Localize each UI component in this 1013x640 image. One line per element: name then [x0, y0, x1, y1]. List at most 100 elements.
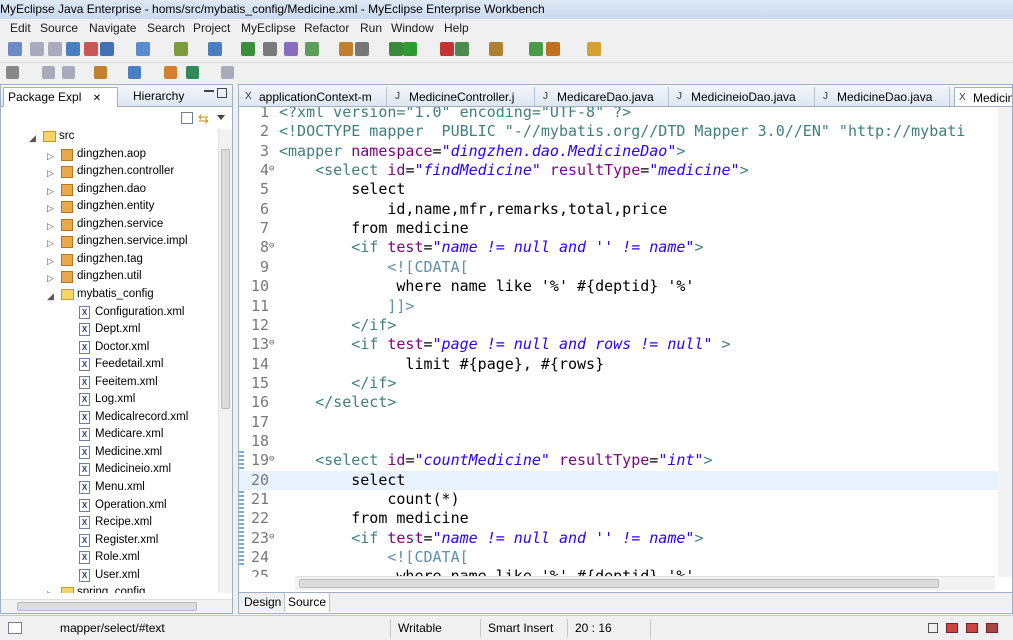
menu-item[interactable]: Run: [360, 21, 382, 35]
editor-mode-tab[interactable]: Design: [241, 593, 286, 612]
editor-tab[interactable]: XapplicationContext-m: [241, 87, 387, 106]
toolbar-button[interactable]: [546, 42, 560, 56]
tree-item[interactable]: ◢ mybatis_config: [1, 287, 219, 305]
toolbar-button[interactable]: [440, 42, 454, 56]
fold-icon[interactable]: ⊖: [269, 164, 274, 174]
code-line[interactable]: 13 ⊖ <if test="page != null and rows != n…: [239, 335, 999, 354]
code-line[interactable]: 22 from medicine: [239, 509, 999, 528]
fold-icon[interactable]: ⊖: [269, 532, 274, 542]
code-line[interactable]: 15 </if>: [239, 374, 999, 393]
tree-item[interactable]: X Medicine.xml: [1, 445, 219, 463]
close-icon[interactable]: ✕: [93, 93, 101, 104]
tree-item[interactable]: X Doctor.xml: [1, 340, 219, 358]
tree-item[interactable]: X Register.xml: [1, 533, 219, 551]
tree-item[interactable]: X Medicalrecord.xml: [1, 410, 219, 428]
perspective-icon[interactable]: [946, 623, 958, 633]
tab-package-explorer[interactable]: Package Expl ✕: [3, 87, 118, 107]
editor-horizontal-scrollbar[interactable]: [295, 576, 995, 590]
tree-item[interactable]: ▷ dingzhen.tag: [1, 252, 219, 270]
expand-icon[interactable]: ▷: [47, 589, 54, 593]
toolbar-button[interactable]: [489, 42, 503, 56]
code-line[interactable]: 23 ⊖ <if test="name != null and '' != nam…: [239, 529, 999, 548]
toolbar-button[interactable]: [305, 42, 319, 56]
toolbar-button[interactable]: [42, 66, 55, 79]
code-line[interactable]: 1 <?xml version="1.0" encoding="UTF-8" ?>: [239, 107, 999, 122]
toolbar-button[interactable]: [30, 42, 44, 56]
tree-item[interactable]: X Medicare.xml: [1, 427, 219, 445]
editor-vertical-scrollbar[interactable]: [998, 107, 1012, 577]
tree-item[interactable]: X Configuration.xml: [1, 305, 219, 323]
tree-item[interactable]: ▷ dingzhen.entity: [1, 199, 219, 217]
code-line[interactable]: 11 ]]>: [239, 297, 999, 316]
collapse-icon[interactable]: ◢: [47, 291, 54, 302]
toolbar-button[interactable]: [529, 42, 543, 56]
tree-item[interactable]: ▷ dingzhen.util: [1, 269, 219, 287]
toolbar-button[interactable]: [339, 42, 353, 56]
fold-icon[interactable]: ⊖: [269, 338, 274, 348]
toolbar-button[interactable]: [587, 42, 601, 56]
collapse-icon[interactable]: ◢: [29, 133, 36, 144]
tree-item[interactable]: ▷ dingzhen.aop: [1, 147, 219, 165]
expand-icon[interactable]: ▷: [47, 203, 54, 214]
menu-item[interactable]: Refactor: [304, 21, 349, 35]
editor-tab[interactable]: J MedicineDao.java: [819, 87, 950, 106]
maximize-icon[interactable]: [217, 88, 227, 98]
code-area[interactable]: 1 <?xml version="1.0" encoding="UTF-8" ?>…: [239, 107, 999, 577]
toolbar-button[interactable]: [94, 66, 107, 79]
toolbar-button[interactable]: [186, 66, 199, 79]
menu-item[interactable]: Search: [147, 21, 185, 35]
tree-item[interactable]: X Feedetail.xml: [1, 357, 219, 375]
code-line[interactable]: 8 ⊖ <if test="name != null and '' != name…: [239, 238, 999, 257]
expand-icon[interactable]: ▷: [47, 273, 54, 284]
toolbar-button[interactable]: [84, 42, 98, 56]
minimize-icon[interactable]: [204, 89, 214, 92]
code-line[interactable]: 20 select: [239, 470, 999, 490]
menu-item[interactable]: Edit: [10, 21, 31, 35]
tree-item[interactable]: ▷ spring_config: [1, 585, 219, 593]
toolbar-button[interactable]: [66, 42, 80, 56]
code-line[interactable]: 12 </if>: [239, 316, 999, 335]
layout-icon[interactable]: [966, 623, 978, 633]
toolbar-button[interactable]: [355, 42, 369, 56]
code-line[interactable]: 24 <![CDATA[: [239, 548, 999, 567]
editor-mode-tab[interactable]: Source: [285, 593, 331, 612]
editor-tab[interactable]: X Medicin: [954, 87, 1012, 106]
tree-item[interactable]: ◢ src: [1, 129, 219, 147]
code-line[interactable]: 7 from medicine: [239, 219, 999, 238]
tree-item[interactable]: ▷ dingzhen.controller: [1, 164, 219, 182]
code-line[interactable]: 18: [239, 432, 999, 451]
toolbar-button[interactable]: [263, 42, 277, 56]
expand-icon[interactable]: ▷: [47, 256, 54, 267]
tree-item[interactable]: ▷ dingzhen.service.impl: [1, 234, 219, 252]
code-line[interactable]: 9 <![CDATA[: [239, 258, 999, 277]
toolbar-button[interactable]: [164, 66, 177, 79]
fold-icon[interactable]: ⊖: [269, 454, 274, 464]
toolbar-button[interactable]: [208, 42, 222, 56]
toolbar-button[interactable]: [48, 42, 62, 56]
window-icon[interactable]: [986, 623, 998, 633]
toolbar-button[interactable]: [403, 42, 417, 56]
toolbar-button[interactable]: [128, 66, 141, 79]
collapse-all-icon[interactable]: [181, 112, 193, 124]
editor-tab[interactable]: J MedicineController.j: [391, 87, 535, 106]
menu-item[interactable]: Project: [193, 21, 230, 35]
code-line[interactable]: 19 ⊖ <select id = "countMedicine" resultTyp…: [239, 451, 999, 470]
menu-item[interactable]: Help: [444, 21, 469, 35]
editor-tab[interactable]: J MedicineioDao.java: [673, 87, 815, 106]
code-line[interactable]: 6 id,name,mfr,remarks,total,price: [239, 200, 999, 219]
code-line[interactable]: 4 ⊖ <select id="findMedicine" resultType=…: [239, 161, 999, 180]
tree-item[interactable]: X Menu.xml: [1, 480, 219, 498]
expand-icon[interactable]: ▷: [47, 186, 54, 197]
code-line[interactable]: 17: [239, 413, 999, 432]
code-line[interactable]: 14 limit #{page}, #{rows}: [239, 355, 999, 374]
toolbar-button[interactable]: [221, 66, 234, 79]
toolbar-button[interactable]: [241, 42, 255, 56]
menu-item[interactable]: Window: [391, 21, 434, 35]
fold-icon[interactable]: ⊖: [269, 241, 274, 251]
expand-icon[interactable]: ▷: [47, 168, 54, 179]
expand-icon[interactable]: ▷: [47, 238, 54, 249]
code-line[interactable]: 10 where name like '%' #{deptid} '%': [239, 277, 999, 296]
tab-hierarchy[interactable]: Hierarchy: [129, 87, 199, 107]
editor-tab[interactable]: J MedicareDao.java: [539, 87, 669, 106]
menu-item[interactable]: Source: [40, 21, 78, 35]
